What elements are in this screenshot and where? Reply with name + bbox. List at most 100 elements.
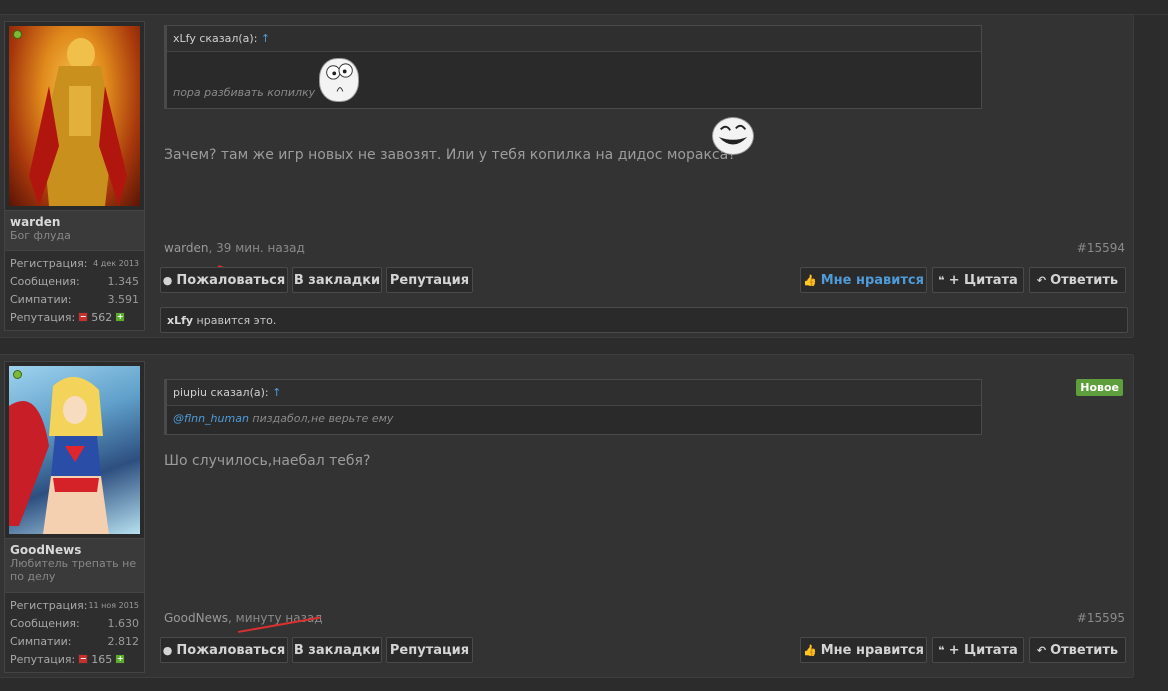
mention-link[interactable]: @flnn_human [173, 412, 249, 425]
post-number-link[interactable]: #15595 [1077, 611, 1125, 625]
stat-value: 3.591 [107, 292, 140, 306]
user-stats: Регистрация: 4 дек 2013 Сообщения: 1.345… [4, 251, 145, 331]
username[interactable]: GoodNews [10, 543, 139, 557]
stat-value: 1.630 [107, 616, 140, 630]
reply-label: Ответить [1050, 272, 1119, 288]
report-label: Пожаловаться [176, 642, 286, 658]
liker-link[interactable]: xLfy [167, 314, 193, 327]
user-stats: Регистрация: 11 ноя 2015 Сообщения: 1.63… [4, 593, 145, 673]
stat-messages: Сообщения: 1.630 [10, 614, 139, 632]
report-label: Пожаловаться [176, 272, 286, 288]
meta-author-link[interactable]: GoodNews [164, 611, 228, 625]
quote-text: пора разбивать копилку [173, 86, 316, 99]
alert-circle-icon: ● [162, 273, 173, 287]
stat-label: Симпатии: [10, 634, 72, 648]
stat-reputation: Репутация: − 165 + [10, 650, 139, 668]
likes-summary: xLfy нравится это. [160, 307, 1128, 333]
post-15594: warden Бог флуда Регистрация: 4 дек 2013… [0, 14, 1134, 338]
quote-jump-icon[interactable]: ↑ [272, 386, 281, 399]
username[interactable]: warden [10, 215, 139, 229]
quote-block: piupiu сказал(а): ↑ @flnn_human пиздабол… [164, 379, 982, 435]
user-nameplate: GoodNews Любитель трепать не по делу [4, 539, 145, 593]
stat-label: Симпатии: [10, 292, 72, 306]
reputation-value: 562 [91, 310, 113, 324]
reputation-button[interactable]: Репутация [386, 267, 473, 293]
stat-value: 4 дек 2013 [93, 258, 139, 268]
user-title: Бог флуда [10, 229, 71, 242]
reply-arrow-icon: ↶ [1036, 273, 1047, 287]
quote-button[interactable]: ❝ + Цитата [932, 267, 1024, 293]
stat-label: Регистрация: [10, 598, 88, 612]
post-content: xLfy сказал(а): ↑ пора разбивать копилку… [164, 25, 1125, 163]
reputation-label: Репутация [389, 272, 470, 288]
bookmark-button[interactable]: В закладки [292, 637, 382, 663]
avatar-figure [9, 376, 109, 534]
quote-icon: ❝ [938, 273, 945, 287]
stat-likes: Симпатии: 3.591 [10, 290, 139, 308]
report-button[interactable]: ● Пожаловаться [160, 637, 288, 663]
stat-label: Регистрация: [10, 256, 88, 270]
stat-value: 2.812 [107, 634, 140, 648]
avatar-frame [4, 21, 145, 211]
rep-plus-icon[interactable]: + [115, 312, 126, 322]
likes-text: нравится это. [193, 314, 277, 327]
reply-label: Ответить [1050, 642, 1119, 658]
user-info: GoodNews Любитель трепать не по делу Рег… [4, 361, 145, 673]
like-button[interactable]: 👍 Мне нравится [800, 637, 927, 663]
reply-button[interactable]: ↶ Ответить [1029, 637, 1126, 663]
reputation-label: Репутация [389, 642, 470, 658]
quote-label: + Цитата [948, 642, 1018, 658]
alert-circle-icon: ● [162, 643, 173, 657]
rep-minus-icon[interactable]: − [78, 312, 89, 322]
bookmark-button[interactable]: В закладки [292, 267, 382, 293]
stat-label: Сообщения: [10, 274, 80, 288]
reputation-button[interactable]: Репутация [386, 637, 473, 663]
message-body: Зачем? там же игр новых не завозят. Или … [164, 147, 736, 163]
reply-arrow-icon: ↶ [1036, 643, 1047, 657]
quote-block: xLfy сказал(а): ↑ пора разбивать копилку [164, 25, 982, 109]
quote-label: + Цитата [948, 272, 1018, 288]
bookmark-label: В закладки [293, 642, 381, 658]
meta-author-link[interactable]: warden [164, 241, 209, 255]
like-label: Мне нравится [820, 272, 924, 288]
post-number-link[interactable]: #15594 [1077, 241, 1125, 255]
quote-body: @flnn_human пиздабол,не верьте ему [167, 406, 981, 434]
stat-label: Репутация: [10, 652, 76, 666]
stat-registration: Регистрация: 4 дек 2013 [10, 254, 139, 272]
like-button[interactable]: 👍 Мне нравится [800, 267, 927, 293]
quote-header: xLfy сказал(а): ↑ [167, 26, 981, 52]
derp-smiley-icon [319, 58, 359, 102]
avatar-figure [29, 38, 127, 206]
post-meta: warden, 39 мин. назад #15594 [164, 241, 1125, 255]
avatar[interactable] [9, 26, 140, 206]
rep-plus-icon[interactable]: + [115, 654, 126, 664]
reply-button[interactable]: ↶ Ответить [1029, 267, 1126, 293]
stat-label: Репутация: [10, 310, 76, 324]
message-text: Зачем? там же игр новых не завозят. Или … [164, 117, 1125, 163]
post-content: piupiu сказал(а): ↑ @flnn_human пиздабол… [164, 379, 1125, 469]
stat-label: Сообщения: [10, 616, 80, 630]
stat-reputation: Репутация: − 562 + [10, 308, 139, 326]
quote-body: пора разбивать копилку [167, 52, 981, 108]
user-title: Любитель трепать не по делу [10, 557, 137, 583]
report-button[interactable]: ● Пожаловаться [160, 267, 288, 293]
message-body: Шо случилось,наебал тебя? [164, 453, 371, 469]
quote-button[interactable]: ❝ + Цитата [932, 637, 1024, 663]
quote-author: piupiu сказал(а): [173, 386, 269, 399]
meta-time[interactable]: , 39 мин. назад [209, 241, 305, 255]
quote-text: пиздабол,не верьте ему [248, 412, 394, 425]
avatar-frame [4, 361, 145, 539]
post-15595: GoodNews Любитель трепать не по делу Рег… [0, 354, 1134, 678]
quote-jump-icon[interactable]: ↑ [261, 32, 270, 45]
post-actions: ● Пожаловаться В закладки Репутация 👍 Мн… [160, 267, 1126, 293]
rep-minus-icon[interactable]: − [78, 654, 89, 664]
stat-likes: Симпатии: 2.812 [10, 632, 139, 650]
stat-value: 1.345 [107, 274, 140, 288]
reputation-block: Репутация: − 165 + [10, 652, 126, 666]
thumbs-up-icon: 👍 [803, 273, 817, 287]
reputation-block: Репутация: − 562 + [10, 310, 126, 324]
avatar[interactable] [9, 366, 140, 534]
quote-header: piupiu сказал(а): ↑ [167, 380, 981, 406]
user-nameplate: warden Бог флуда [4, 211, 145, 251]
like-label: Мне нравится [820, 642, 924, 658]
